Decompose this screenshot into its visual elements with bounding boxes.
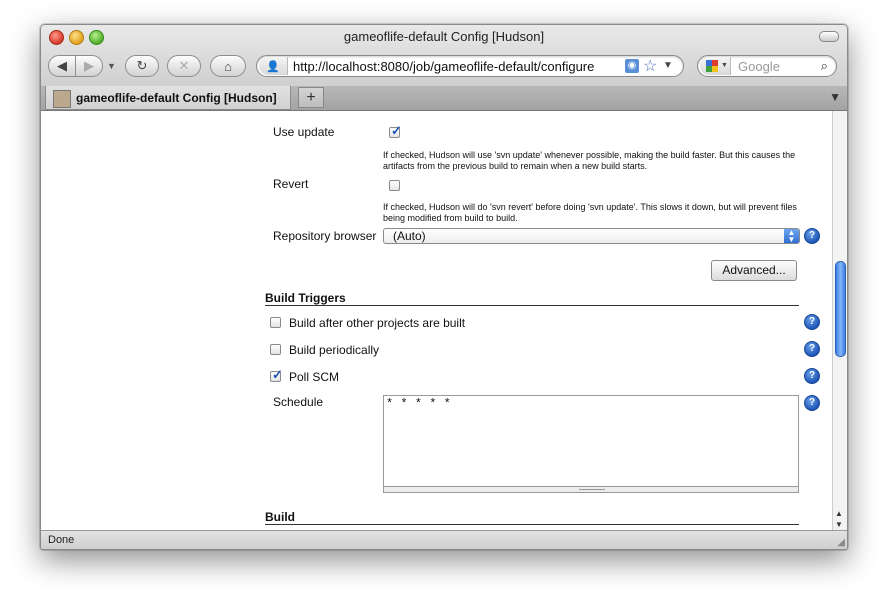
search-input[interactable]: Google	[738, 59, 780, 74]
poll-scm-checkbox[interactable]: ✓	[270, 367, 283, 382]
tab-list-icon[interactable]: ▼	[829, 90, 841, 104]
build-after-help-icon[interactable]: ?	[804, 314, 820, 330]
advanced-button[interactable]: Advanced...	[711, 260, 797, 281]
select-updown-icon[interactable]: ▲ ▼	[784, 229, 799, 244]
url-text[interactable]: http://localhost:8080/job/gameoflife-def…	[293, 59, 623, 74]
browser-toolbar: gameoflife-default Config [Hudson] ◀ ▶ ▼…	[41, 25, 847, 87]
schedule-label: Schedule	[273, 395, 324, 409]
search-icon[interactable]: ⌕	[821, 58, 828, 74]
page-content: Use update ✓ If checked, Hudson will use…	[41, 111, 833, 530]
revert-label: Revert	[273, 177, 309, 191]
forward-button[interactable]: ▶	[75, 55, 103, 77]
home-button[interactable]: ⌂	[210, 55, 246, 77]
back-arrow-icon: ◀	[57, 58, 67, 73]
history-dropdown-icon[interactable]: ▼	[107, 61, 116, 71]
build-periodically-help-icon[interactable]: ?	[804, 341, 820, 357]
textarea-resize-handle[interactable]	[383, 487, 799, 493]
revert-help: If checked, Hudson will do 'svn revert' …	[383, 202, 797, 223]
new-tab-button[interactable]: +	[298, 87, 324, 108]
reload-icon: ↻	[136, 58, 148, 73]
tab-favicon-icon	[53, 90, 71, 108]
google-engine-icon[interactable]: ▼	[700, 57, 731, 75]
vertical-scrollbar[interactable]: ▲ ▼	[832, 111, 847, 530]
poll-scm-label[interactable]: Poll SCM	[289, 370, 339, 384]
section-divider	[265, 305, 799, 306]
section-divider	[265, 524, 799, 525]
checkmark-icon: ✓	[272, 367, 283, 382]
repository-browser-value: (Auto)	[393, 229, 426, 243]
site-favicon-icon[interactable]: 👤	[259, 57, 288, 75]
search-bar[interactable]: ▼ Google ⌕	[697, 55, 837, 77]
window-title: gameoflife-default Config [Hudson]	[343, 29, 545, 44]
toolbar-toggle-button[interactable]	[819, 31, 839, 42]
schedule-textarea[interactable]: * * * * *	[383, 395, 799, 487]
url-bar[interactable]: 👤 http://localhost:8080/job/gameoflife-d…	[256, 55, 684, 77]
repository-browser-select[interactable]: (Auto) ▲ ▼	[383, 228, 800, 244]
resize-grip-icon[interactable]: ◢	[837, 537, 845, 548]
tab-strip: gameoflife-default Config [Hudson] + ▼	[41, 86, 847, 111]
schedule-help-icon[interactable]: ?	[804, 395, 820, 411]
use-update-help: If checked, Hudson will use 'svn update'…	[383, 150, 796, 171]
status-text: Done	[48, 534, 75, 546]
back-button[interactable]: ◀	[48, 55, 76, 77]
scroll-down-icon[interactable]: ▼	[835, 520, 843, 529]
build-triggers-heading: Build Triggers	[265, 291, 346, 305]
reload-button[interactable]: ↻	[125, 55, 159, 77]
stop-button[interactable]: ✕	[167, 55, 201, 77]
home-icon: ⌂	[224, 58, 232, 74]
build-after-other-projects-label[interactable]: Build after other projects are built	[289, 316, 465, 330]
repository-browser-label: Repository browser	[273, 229, 377, 243]
stop-icon: ✕	[178, 58, 190, 73]
poll-scm-help-icon[interactable]: ?	[804, 368, 820, 384]
scrollbar-thumb[interactable]	[835, 261, 846, 357]
scroll-up-icon[interactable]: ▲	[835, 509, 843, 518]
revert-checkbox[interactable]	[389, 180, 400, 191]
build-after-other-projects-checkbox[interactable]	[270, 317, 281, 328]
status-bar: Done ◢	[41, 530, 847, 549]
checkmark-icon: ✓	[391, 123, 402, 138]
rss-feed-icon[interactable]: ◉	[625, 59, 639, 73]
use-update-label: Use update	[273, 125, 335, 139]
url-dropdown-icon[interactable]: ▼	[663, 60, 673, 71]
browser-window: gameoflife-default Config [Hudson] ◀ ▶ ▼…	[40, 24, 848, 550]
build-periodically-label[interactable]: Build periodically	[289, 343, 379, 357]
forward-arrow-icon: ▶	[84, 58, 94, 73]
bookmark-star-icon[interactable]: ☆	[643, 56, 657, 76]
build-periodically-checkbox[interactable]	[270, 344, 281, 355]
build-heading: Build	[265, 510, 295, 524]
tab-hudson-config[interactable]: gameoflife-default Config [Hudson]	[45, 86, 291, 110]
tab-label[interactable]: gameoflife-default Config [Hudson]	[76, 91, 277, 105]
repository-browser-help-icon[interactable]: ?	[804, 228, 820, 244]
use-update-checkbox[interactable]: ✓	[389, 123, 402, 138]
